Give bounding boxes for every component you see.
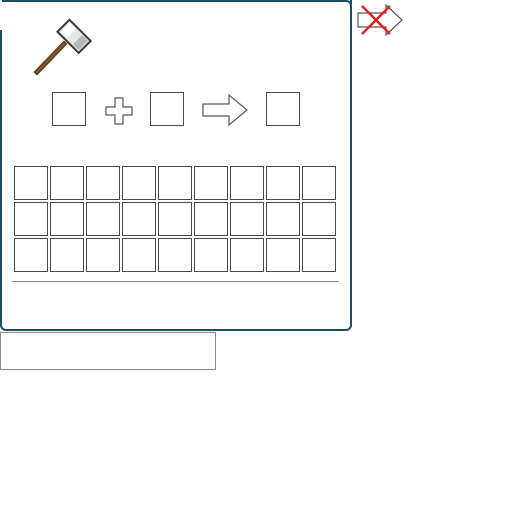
inventory-slot[interactable] bbox=[14, 202, 48, 236]
inventory-slot[interactable] bbox=[50, 202, 84, 236]
inventory-slot[interactable] bbox=[230, 202, 264, 236]
inventory-slot[interactable] bbox=[86, 238, 120, 272]
anvil-screen bbox=[0, 0, 512, 512]
inventory-slot[interactable] bbox=[230, 238, 264, 272]
arrow-right-icon bbox=[202, 93, 248, 127]
inventory-slot[interactable] bbox=[158, 202, 192, 236]
inventory-slot[interactable] bbox=[194, 202, 228, 236]
inventory-slot[interactable] bbox=[158, 166, 192, 200]
inventory-slot[interactable] bbox=[122, 238, 156, 272]
inventory-slot[interactable] bbox=[86, 202, 120, 236]
inventory-slot[interactable] bbox=[302, 202, 336, 236]
output-slot[interactable] bbox=[266, 92, 300, 126]
inventory-slot[interactable] bbox=[266, 166, 300, 200]
inventory-slot[interactable] bbox=[50, 166, 84, 200]
inventory-slot[interactable] bbox=[302, 166, 336, 200]
inventory-slot[interactable] bbox=[266, 202, 300, 236]
inventory-slot[interactable] bbox=[194, 166, 228, 200]
input-slot-left[interactable] bbox=[52, 92, 86, 126]
inventory-slot[interactable] bbox=[158, 238, 192, 272]
inventory-slot[interactable] bbox=[50, 238, 84, 272]
inventory-grid bbox=[14, 166, 338, 274]
inventory-slot[interactable] bbox=[122, 202, 156, 236]
inventory-slot[interactable] bbox=[14, 166, 48, 200]
panel-top-left-gap bbox=[0, 0, 2, 30]
inventory-slot[interactable] bbox=[194, 238, 228, 272]
inventory-slot[interactable] bbox=[302, 238, 336, 272]
close-button[interactable] bbox=[356, 2, 404, 38]
panel-divider bbox=[12, 281, 339, 282]
inventory-slot[interactable] bbox=[230, 166, 264, 200]
inventory-slot[interactable] bbox=[86, 166, 120, 200]
plus-icon bbox=[105, 97, 133, 125]
inventory-slot[interactable] bbox=[266, 238, 300, 272]
item-name-input[interactable] bbox=[0, 332, 216, 370]
anvil-panel-top-border bbox=[0, 0, 352, 8]
hammer-icon bbox=[33, 18, 93, 76]
inventory-slot[interactable] bbox=[122, 166, 156, 200]
input-slot-right[interactable] bbox=[150, 92, 184, 126]
inventory-slot[interactable] bbox=[14, 238, 48, 272]
